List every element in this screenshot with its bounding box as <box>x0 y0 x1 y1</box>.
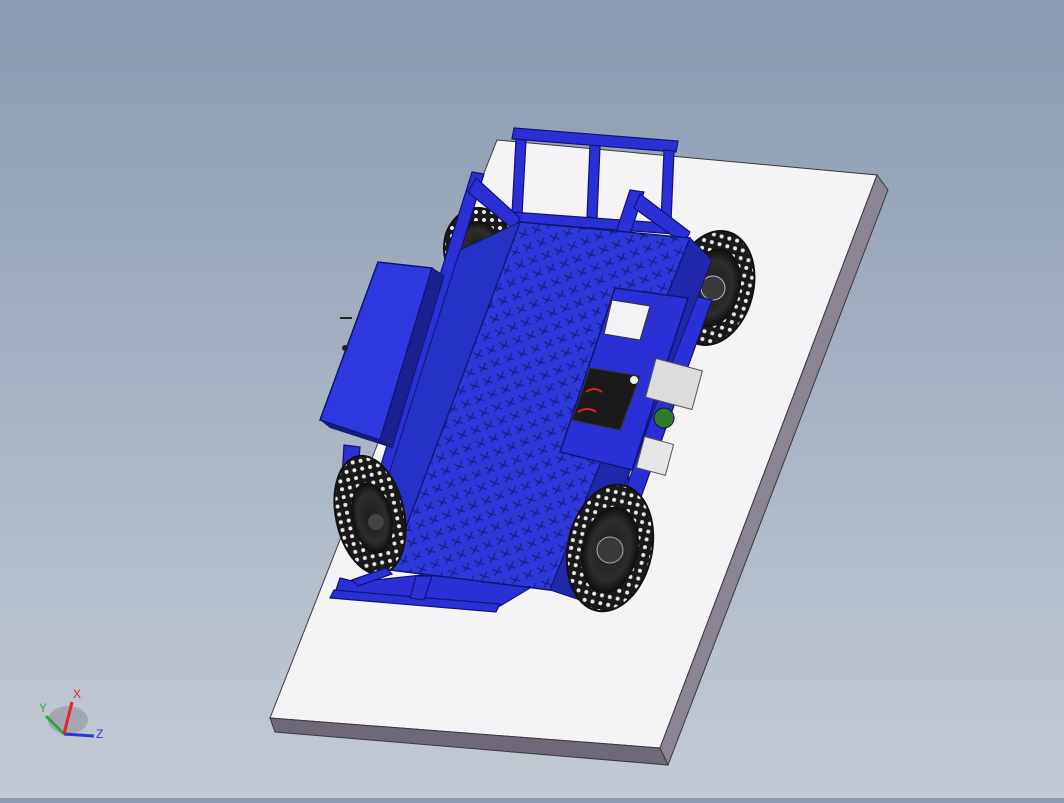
z-axis-line <box>63 732 95 738</box>
cad-viewport[interactable]: X Y Z <box>0 0 1064 798</box>
coordinate-triad: X Y Z <box>39 687 103 741</box>
y-axis-label: Y <box>39 701 47 715</box>
model-canvas[interactable]: X Y Z <box>0 0 1064 798</box>
z-axis-label: Z <box>96 727 103 741</box>
x-axis-label: X <box>73 687 81 701</box>
